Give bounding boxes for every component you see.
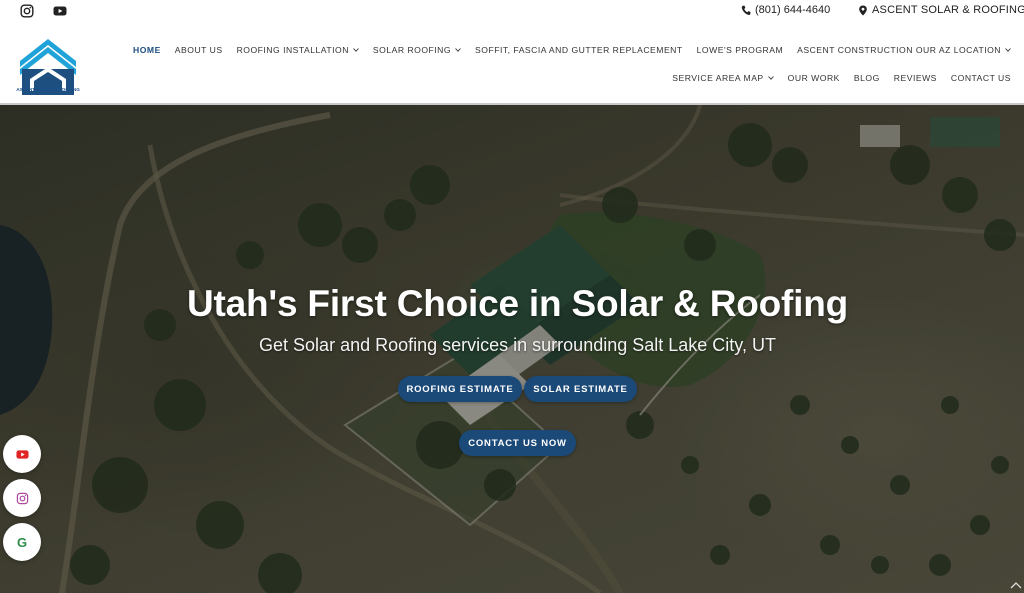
youtube-icon[interactable] xyxy=(53,4,67,18)
chevron-down-icon xyxy=(455,48,461,52)
nav-az-location[interactable]: ASCENT CONSTRUCTION OUR AZ LOCATION xyxy=(790,45,1018,55)
chevron-down-icon xyxy=(353,48,359,52)
nav-contact-us[interactable]: CONTACT US xyxy=(944,73,1018,83)
nav-about-us[interactable]: ABOUT US xyxy=(168,45,230,55)
nav-home[interactable]: HOME xyxy=(126,45,168,55)
chevron-up-icon[interactable] xyxy=(1010,581,1022,589)
solar-estimate-button[interactable]: SOLAR ESTIMATE xyxy=(524,376,637,402)
nav-reviews[interactable]: REVIEWS xyxy=(887,73,944,83)
floating-google-button[interactable]: G xyxy=(3,523,41,561)
nav-service-area-map[interactable]: SERVICE AREA MAP xyxy=(665,73,780,83)
chevron-down-icon xyxy=(767,76,774,80)
phone-number: (801) 644-4640 xyxy=(755,4,831,16)
top-utility-bar: (801) 644-4640 ASCENT SOLAR & ROOFING xyxy=(0,0,1024,22)
instagram-icon[interactable] xyxy=(20,4,34,18)
nav-solar-roofing[interactable]: SOLAR ROOFING xyxy=(366,45,468,55)
nav-roofing-installation[interactable]: ROOFING INSTALLATION xyxy=(230,45,366,55)
map-pin-icon xyxy=(859,5,867,15)
hero-title: Utah's First Choice in Solar & Roofing xyxy=(186,283,849,324)
logo-text: ASCENT SOLAR & ROOFING xyxy=(16,87,80,92)
location-link[interactable]: ASCENT SOLAR & ROOFING xyxy=(858,4,1024,16)
phone-icon xyxy=(741,5,751,15)
nav-lowes-program[interactable]: LOWE'S PROGRAM xyxy=(690,45,790,55)
hero-section: Utah's First Choice in Solar & Roofing G… xyxy=(0,105,1024,593)
google-icon: G xyxy=(16,534,28,550)
site-header: ASCENT SOLAR & ROOFING HOME ABOUT US ROO… xyxy=(0,22,1024,103)
nav-soffit-fascia-gutter[interactable]: SOFFIT, FASCIA AND GUTTER REPLACEMENT xyxy=(468,45,690,55)
contact-us-now-button[interactable]: CONTACT US NOW xyxy=(459,430,576,456)
nav-our-work[interactable]: OUR WORK xyxy=(781,73,847,83)
nav-blog[interactable]: BLOG xyxy=(847,73,887,83)
main-nav-row-2: SERVICE AREA MAP OUR WORK BLOG REVIEWS C… xyxy=(665,73,1018,83)
phone-link[interactable]: (801) 644-4640 xyxy=(741,4,830,16)
floating-instagram-button[interactable] xyxy=(3,479,41,517)
instagram-icon xyxy=(16,492,28,504)
roofing-estimate-button[interactable]: ROOFING ESTIMATE xyxy=(398,376,522,402)
chevron-down-icon xyxy=(1005,48,1011,52)
company-logo[interactable] xyxy=(16,35,80,95)
youtube-icon xyxy=(15,449,29,459)
hero-subtitle: Get Solar and Roofing services in surrou… xyxy=(259,335,776,355)
floating-youtube-button[interactable] xyxy=(3,435,41,473)
location-name: ASCENT SOLAR & ROOFING xyxy=(872,4,1024,16)
main-nav-row-1: HOME ABOUT US ROOFING INSTALLATION SOLAR… xyxy=(126,45,1018,55)
